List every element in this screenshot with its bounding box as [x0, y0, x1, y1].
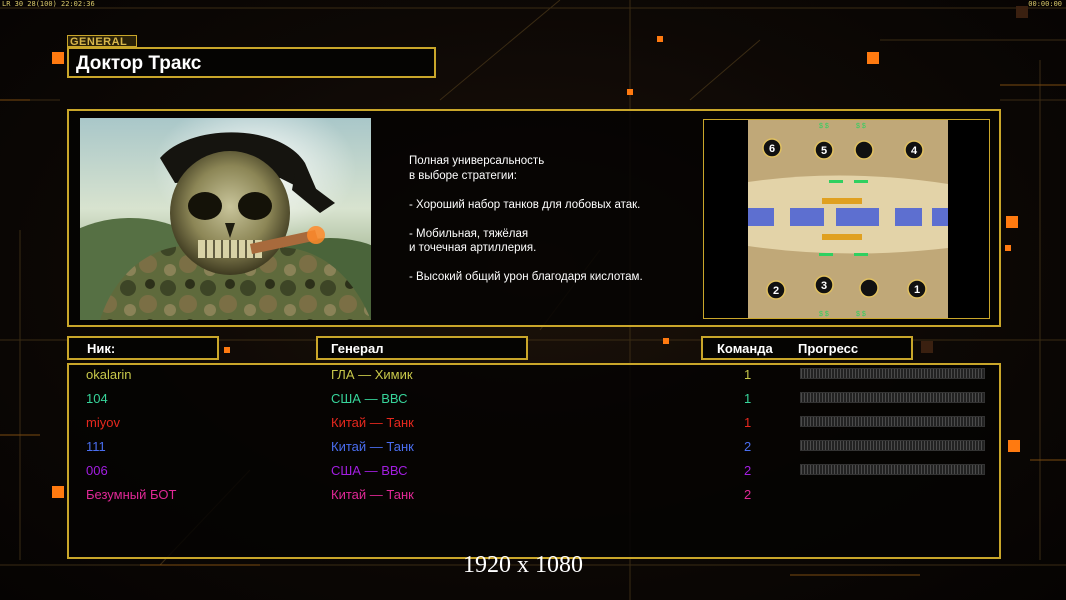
player-general: ГЛА — Химик [331, 367, 413, 382]
description-line: - Хороший набор танков для лобовых атак. [409, 198, 641, 211]
map-preview: 6 5 4 2 3 1 $ $ $ $ $ $ $ $ [703, 119, 990, 319]
player-row: miyov Китай — Танк 1 [0, 412, 1066, 436]
player-general: США — ВВС [331, 463, 408, 478]
player-team: 2 [744, 463, 752, 478]
player-progress-bar [800, 440, 985, 451]
player-team: 2 [744, 439, 752, 454]
general-tag: GENERAL [67, 35, 137, 48]
map-slot-label: 1 [914, 284, 920, 296]
map-money-marker: $ $ [819, 123, 829, 130]
player-nick: 104 [86, 391, 108, 406]
header-nick-label: Ник: [87, 341, 116, 356]
player-row: Безумный БОТ Китай — Танк 2 [0, 484, 1066, 508]
player-team: 1 [744, 391, 752, 406]
player-nick: okalarin [86, 367, 132, 382]
player-general: Китай — Танк [331, 439, 414, 454]
player-progress-bar [800, 416, 985, 427]
header-team-progress: Команда Прогресс [701, 336, 913, 360]
player-row: 006 США — ВВС 2 [0, 460, 1066, 484]
player-team: 1 [744, 367, 752, 382]
player-nick: Безумный БОТ [86, 487, 177, 502]
player-progress-bar [800, 392, 985, 403]
general-description: Полная универсальность в выборе стратеги… [409, 154, 689, 285]
player-nick: 006 [86, 463, 108, 478]
header-team-label: Команда [717, 341, 773, 356]
player-progress-bar [800, 464, 985, 475]
map-slot-label: 4 [911, 145, 918, 157]
description-line: - Мобильная, тяжёлая и точечная артиллер… [409, 227, 537, 255]
player-general: Китай — Танк [331, 487, 414, 502]
player-row: okalarin ГЛА — Химик 1 [0, 364, 1066, 388]
header-nick: Ник: [67, 336, 219, 360]
debug-stats: LR 30 28(100) 22:02:36 [2, 0, 95, 8]
player-row: 104 США — ВВС 1 [0, 388, 1066, 412]
player-general: США — ВВС [331, 391, 408, 406]
map-money-marker: $ $ [856, 123, 866, 130]
player-row: 111 Китай — Танк 2 [0, 436, 1066, 460]
map-slot-label: 3 [821, 280, 827, 292]
player-nick: miyov [86, 415, 120, 430]
player-progress-bar [800, 368, 985, 379]
header-general-label: Генерал [331, 341, 384, 356]
header-progress-label: Прогресс [798, 341, 859, 356]
map-slot-label: 2 [773, 285, 779, 297]
map-slot-label: 6 [769, 143, 775, 155]
player-team: 2 [744, 487, 752, 502]
player-team: 1 [744, 415, 752, 430]
general-title-box: Доктор Тракс [67, 47, 436, 78]
game-timer: 00:00:00 [1028, 0, 1062, 8]
map-slot-label: 5 [821, 145, 827, 157]
player-nick: 111 [86, 439, 106, 454]
general-portrait [80, 118, 371, 320]
map-money-marker: $ $ [856, 311, 866, 318]
map-money-marker: $ $ [819, 311, 829, 318]
header-general: Генерал [316, 336, 528, 360]
resolution-label: 1920 x 1080 [463, 552, 583, 578]
description-line: - Высокий общий урон благодаря кислотам. [409, 271, 643, 283]
player-general: Китай — Танк [331, 415, 414, 430]
general-name: Доктор Тракс [76, 53, 202, 74]
description-line: Полная универсальность в выборе стратеги… [409, 155, 545, 182]
